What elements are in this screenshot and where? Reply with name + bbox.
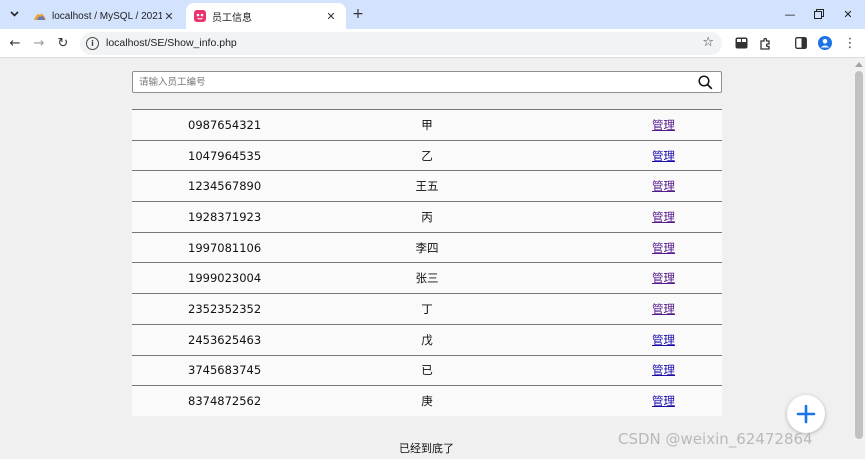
media-button[interactable]: [731, 33, 751, 53]
table-row: 2352352352 丁管理: [132, 293, 722, 324]
employee-id-cell: 8374872562: [188, 394, 262, 409]
employee-table: 0987654321 甲管理 1047964535 乙管理 1234567890 王五 管理…: [132, 109, 722, 416]
browser-titlebar: localhost / MySQL / 2021150 ✕ 员工信息 ✕ + —…: [0, 0, 865, 29]
tab-search-button[interactable]: [4, 5, 24, 23]
manage-link[interactable]: 管理: [652, 393, 675, 409]
site-info-icon[interactable]: i: [86, 37, 99, 50]
side-panel-button[interactable]: [791, 33, 811, 53]
employee-id-cell: 0987654321: [188, 117, 262, 132]
close-tab-icon[interactable]: ✕: [324, 10, 338, 23]
tab-title: 员工信息: [212, 12, 252, 24]
phpmyadmin-icon: [34, 10, 46, 22]
search-icon[interactable]: [698, 75, 713, 90]
url-text[interactable]: localhost/SE/Show_info.php: [106, 37, 237, 49]
table-row: 3745683745 已管理: [132, 354, 722, 386]
employee-id-search-input[interactable]: [139, 74, 679, 90]
table-row: 8374872562 庚管理: [132, 385, 722, 416]
employee-id-cell: 2352352352: [188, 301, 262, 316]
browser-toolbar: ← → ↻ i localhost/SE/Show_info.php ☆ ⋮: [0, 29, 865, 58]
table-row: 1997081106 李四 管理: [132, 231, 722, 263]
avatar-icon: [818, 36, 832, 50]
employee-id-cell: 1997081106: [188, 240, 262, 255]
manage-link[interactable]: 管理: [652, 117, 675, 133]
tab-employee-info[interactable]: 员工信息 ✕: [186, 3, 346, 29]
scroll-up-arrow-icon[interactable]: [855, 62, 863, 67]
app-favicon-icon: [194, 10, 206, 22]
table-row: 1999023004 张三 管理: [132, 262, 722, 294]
employee-id-cell: 2453625463: [188, 332, 262, 347]
chevron-down-icon: [9, 11, 19, 17]
table-row: 1047964535 乙管理: [132, 139, 722, 171]
manage-link[interactable]: 管理: [652, 362, 675, 378]
add-employee-button[interactable]: [787, 395, 825, 433]
page-content: 0987654321甲管理1047964535乙管理1234567890王五管理…: [0, 59, 853, 459]
bookmark-star-icon[interactable]: ☆: [702, 35, 714, 50]
employee-id-cell: 1047964535: [188, 148, 262, 163]
media-icon: [735, 37, 747, 49]
employee-id-cell: 1999023004: [188, 271, 262, 286]
manage-link[interactable]: 管理: [652, 301, 675, 317]
arrow-left-icon: ←: [9, 35, 21, 51]
close-icon: ✕: [843, 7, 853, 21]
scrollbar-thumb[interactable]: [855, 71, 863, 439]
manage-link[interactable]: 管理: [652, 178, 675, 194]
puzzle-icon: [759, 37, 770, 50]
reload-button[interactable]: ↻: [53, 33, 73, 53]
tab-title: localhost / MySQL / 2021150: [52, 10, 162, 22]
minimize-button[interactable]: —: [775, 4, 805, 24]
extensions-button[interactable]: [755, 33, 775, 53]
new-tab-button[interactable]: +: [349, 5, 367, 23]
tab-phpmyadmin[interactable]: localhost / MySQL / 2021150 ✕: [26, 3, 184, 29]
arrow-right-icon: →: [33, 35, 45, 51]
back-button[interactable]: ←: [5, 33, 25, 53]
reload-icon: ↻: [57, 35, 69, 51]
table-row: 1928371923 丙管理: [132, 201, 722, 232]
employee-search-box: [132, 71, 722, 93]
manage-link[interactable]: 管理: [652, 240, 675, 256]
manage-link[interactable]: 管理: [652, 270, 675, 286]
page-scrollbar[interactable]: [853, 59, 865, 459]
more-vert-icon: ⋮: [843, 35, 857, 51]
close-window-button[interactable]: ✕: [833, 4, 863, 24]
table-row: 2453625463 戊管理: [132, 323, 722, 355]
manage-link[interactable]: 管理: [652, 148, 675, 164]
table-row: 0987654321 甲管理: [132, 109, 722, 140]
employee-id-cell: 1234567890: [188, 179, 262, 194]
manage-link[interactable]: 管理: [652, 332, 675, 348]
table-row: 1234567890 王五 管理: [132, 170, 722, 202]
close-tab-icon[interactable]: ✕: [162, 10, 176, 23]
restore-icon: [814, 9, 824, 19]
employee-id-cell: 1928371923: [188, 209, 262, 224]
plus-icon: [796, 404, 816, 424]
manage-link[interactable]: 管理: [652, 209, 675, 225]
plus-icon: +: [352, 6, 364, 22]
employee-id-cell: 3745683745: [188, 363, 262, 378]
forward-button[interactable]: →: [29, 33, 49, 53]
watermark-text: CSDN @weixin_62472864: [618, 430, 813, 448]
profile-button[interactable]: [815, 33, 835, 53]
minimize-icon: —: [784, 7, 796, 21]
browser-menu-button[interactable]: ⋮: [840, 33, 860, 53]
side-panel-icon: [795, 37, 807, 49]
address-bar[interactable]: i localhost/SE/Show_info.php ☆: [80, 32, 722, 55]
restore-button[interactable]: [804, 4, 834, 24]
